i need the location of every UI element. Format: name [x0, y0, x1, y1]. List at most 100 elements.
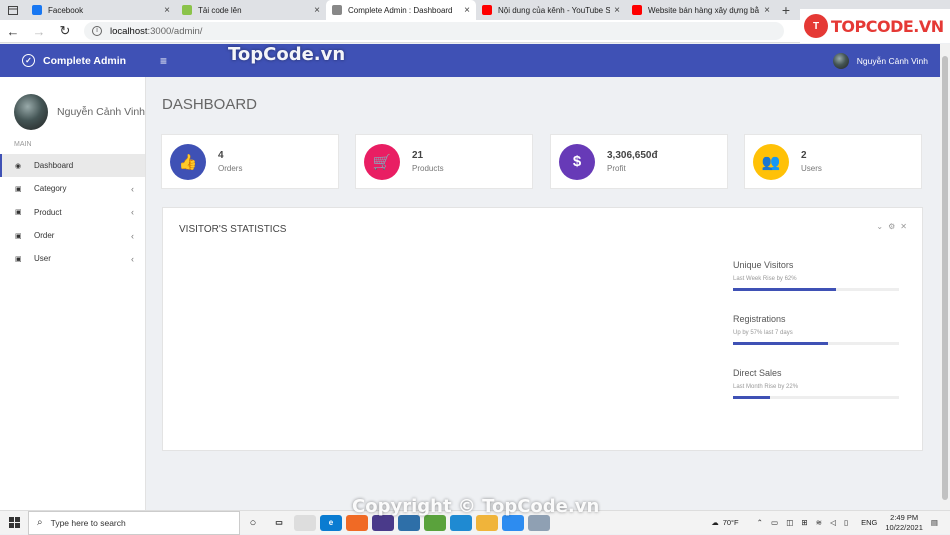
sidebar-item-label: Order [34, 231, 55, 241]
dollar-icon: $ [559, 143, 595, 180]
sidebar-item-dashboard[interactable]: ◉ Dashboard [0, 154, 145, 178]
url-path: :3000/admin/ [147, 25, 203, 37]
notification-icon[interactable]: ▤ [931, 518, 938, 527]
card-label: Profit [607, 164, 626, 173]
stat-name: Unique Visitors [733, 260, 794, 270]
suitcase-icon: ▣ [15, 209, 22, 217]
sidebar-section-label: MAIN [14, 141, 32, 148]
refresh-icon[interactable]: ↻ [52, 23, 78, 39]
panel-title: VISITOR'S STATISTICS [179, 224, 287, 235]
browser-tab[interactable]: Website bán hàng xây dựng bằ × [626, 0, 776, 20]
info-icon[interactable]: i [92, 26, 102, 36]
thumbs-up-icon: 👍 [170, 143, 206, 180]
sidebar-item-label: User [34, 254, 51, 264]
stat-desc: Up by 57% last 7 days [733, 330, 793, 336]
card-value: 3,306,650đ [607, 150, 658, 161]
tab-title: Website bán hàng xây dựng bằ [648, 5, 760, 15]
youtube-icon [482, 5, 492, 15]
browser-tab[interactable]: Complete Admin : Dashboard × [326, 0, 476, 20]
sidebar-item-order[interactable]: ▣ Order ‹ [0, 224, 145, 247]
weather-icon[interactable]: ☁ [711, 518, 719, 527]
stat-item: Unique Visitors Last Week Rise by 62% [733, 260, 899, 291]
stat-card-orders[interactable]: 👍 4 Orders [161, 134, 339, 189]
clock-time: 2:49 PM [890, 512, 919, 522]
stat-name: Registrations [733, 314, 786, 324]
visitor-stats-panel: VISITOR'S STATISTICS ⌄⚙✕ Unique Visitors… [162, 207, 923, 451]
chevron-left-icon: ‹ [131, 230, 134, 241]
header-user-name: Nguyễn Cảnh Vinh [856, 55, 928, 66]
cart-icon: 🛒 [364, 143, 400, 180]
panel-tools-icons[interactable]: ⌄⚙✕ [876, 222, 912, 231]
progress-bar [733, 396, 899, 399]
dashboard-icon: ◉ [15, 162, 22, 170]
watermark-top: TopCode.vn [228, 44, 346, 65]
scrollbar-thumb[interactable] [942, 56, 948, 500]
task-view-icon[interactable]: ▭ [268, 515, 290, 531]
card-value: 21 [412, 150, 424, 161]
card-label: Products [412, 164, 444, 173]
progress-fill [733, 288, 836, 291]
topcode-icon [182, 5, 192, 15]
tab-title: Tải code lên [198, 5, 242, 15]
close-icon[interactable]: × [314, 5, 320, 16]
sidebar-item-user[interactable]: ▣ User ‹ [0, 247, 145, 270]
url-input[interactable]: i localhost:3000/admin/ [84, 22, 784, 40]
url-host: localhost [110, 25, 148, 37]
new-tab-button[interactable]: + [776, 2, 796, 18]
users-icon: 👥 [753, 143, 789, 180]
stat-name: Direct Sales [733, 368, 782, 378]
sidebar-item-product[interactable]: ▣ Product ‹ [0, 201, 145, 224]
avatar [14, 94, 49, 130]
sidebar: Nguyễn Cảnh Vinh MAIN ◉ Dashboard ▣ Categor… [0, 77, 146, 510]
browser-tab[interactable]: Facebook × [26, 0, 176, 20]
youtube-icon [632, 5, 642, 15]
close-icon[interactable]: × [614, 5, 620, 16]
tray-icons[interactable]: ⌃ ▭ ◫ ⊞ ≋ ◁ ▯ [757, 518, 851, 527]
suitcase-icon: ▣ [15, 232, 22, 240]
profile-name: Nguyễn Cảnh Vinh [57, 106, 145, 118]
browser-tab[interactable]: Nội dung của kênh - YouTube St × [476, 0, 626, 20]
watermark-bottom: Copyright © TopCode.vn [352, 496, 600, 517]
window-menu-icon[interactable] [0, 0, 26, 20]
stat-card-products[interactable]: 🛒 21 Products [355, 134, 533, 189]
suitcase-icon: ▣ [15, 255, 22, 263]
progress-fill [733, 396, 770, 399]
app-icon[interactable] [294, 514, 316, 531]
sidebar-item-category[interactable]: ▣ Category ‹ [0, 177, 145, 200]
close-icon[interactable]: × [164, 5, 170, 16]
close-icon[interactable]: × [764, 5, 770, 16]
chevron-left-icon: ‹ [131, 183, 134, 194]
stat-desc: Last Month Rise by 22% [733, 384, 799, 390]
page-scrollbar[interactable] [940, 44, 950, 510]
sidebar-item-label: Dashboard [34, 161, 74, 171]
close-icon[interactable]: × [464, 5, 470, 16]
progress-fill [733, 342, 828, 345]
card-label: Orders [218, 164, 243, 173]
chevron-left-icon: ‹ [131, 207, 134, 218]
brand[interactable]: ✓ Complete Admin [0, 54, 146, 67]
search-icon: ⌕ [37, 517, 43, 528]
clock[interactable]: 2:49 PM 10/22/2021 [885, 513, 923, 533]
sidebar-item-label: Category [34, 184, 67, 194]
language-indicator[interactable]: ENG [861, 518, 877, 527]
cortana-icon[interactable]: ○ [242, 515, 264, 531]
taskbar-search[interactable]: ⌕ Type here to search [28, 510, 240, 535]
forward-icon[interactable]: → [26, 24, 52, 39]
edge-icon[interactable]: e [320, 514, 342, 531]
browser-tab[interactable]: Tải code lên × [176, 0, 326, 20]
header-avatar [832, 52, 849, 69]
header-user[interactable]: Nguyễn Cảnh Vinh [832, 52, 928, 69]
menu-toggle-icon[interactable]: ≡ [160, 54, 167, 68]
back-icon[interactable]: ← [0, 24, 26, 39]
windows-start-icon[interactable] [0, 517, 28, 528]
app-header: ✓ Complete Admin ≡ Nguyễn Cảnh Vinh [0, 44, 946, 77]
stat-card-profit[interactable]: $3,306,650đ Profit [550, 134, 728, 189]
suitcase-icon: ▣ [15, 185, 22, 193]
tab-title: Facebook [48, 5, 84, 15]
card-label: Users [801, 164, 822, 173]
stat-item: Direct Sales Last Month Rise by 22% [733, 368, 899, 399]
card-value: 2 [801, 150, 807, 161]
stat-card-users[interactable]: 👥 2 Users [744, 134, 922, 189]
weather-temp[interactable]: 70°F [723, 518, 739, 527]
clock-date: 10/22/2021 [885, 522, 923, 532]
